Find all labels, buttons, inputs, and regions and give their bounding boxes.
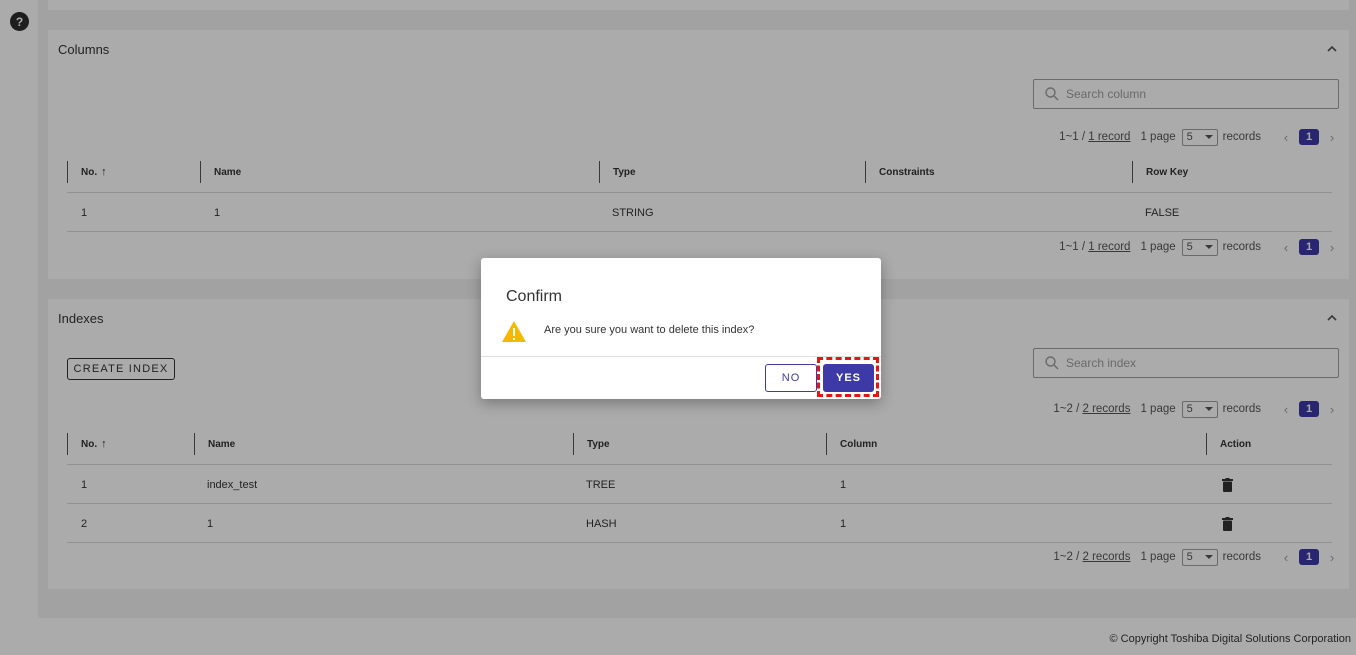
confirm-dialog: Confirm Are you sure you want to delete …	[481, 258, 881, 399]
dialog-title: Confirm	[506, 288, 563, 305]
warning-icon	[502, 321, 526, 342]
yes-button[interactable]: YES	[823, 364, 874, 392]
dialog-message: Are you sure you want to delete this ind…	[544, 324, 755, 336]
no-button[interactable]: NO	[765, 364, 817, 392]
